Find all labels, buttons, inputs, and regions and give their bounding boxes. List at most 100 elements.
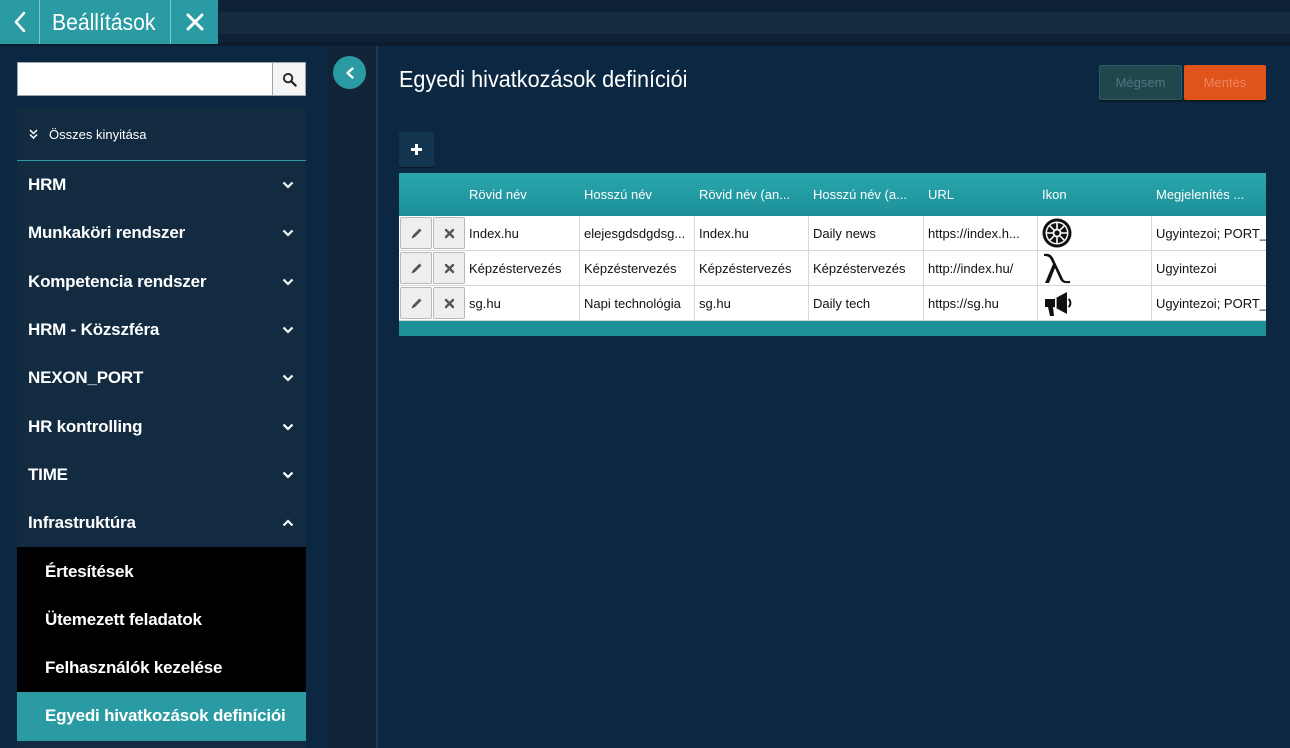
close-button[interactable] — [170, 0, 218, 44]
column-header[interactable]: URL — [924, 187, 1038, 202]
column-header[interactable]: Hosszú név — [580, 187, 695, 202]
table-row: Index.hu elejesgdsdgdsg... Index.hu Dail… — [399, 216, 1266, 251]
table-row: sg.hu Napi technológia sg.hu Daily tech … — [399, 286, 1266, 321]
sidebar-item-hr-kontrolling[interactable]: HR kontrolling — [17, 402, 306, 450]
column-header[interactable]: Rövid név (an... — [695, 187, 809, 202]
sidebar-item-label: Kompetencia rendszer — [28, 271, 207, 291]
chevron-down-icon — [282, 375, 294, 382]
sidebar-subitem-label: Egyedi hivatkozások definíciói — [45, 706, 286, 726]
search-box — [17, 62, 306, 96]
megaphone-icon — [1045, 292, 1072, 316]
grid-footer — [399, 321, 1266, 336]
panel-splitter[interactable] — [376, 46, 378, 748]
row-actions — [399, 216, 465, 250]
links-grid: Rövid név Hosszú név Rövid név (an... Ho… — [399, 173, 1266, 336]
search-input[interactable] — [18, 63, 272, 95]
cancel-button[interactable]: Mégsem — [1099, 65, 1182, 100]
chevron-down-icon — [282, 471, 294, 479]
sidebar-item-label: HRM — [28, 175, 67, 195]
search-button[interactable] — [272, 63, 305, 95]
close-icon — [444, 228, 454, 238]
sidebar-subitem-label: Felhasználók kezelése — [45, 658, 223, 678]
cell-display: Ugyintezoi; PORT_ — [1156, 225, 1266, 241]
sidebar-item-infrastruktura[interactable]: Infrastruktúra — [17, 499, 306, 547]
chevron-left-icon — [14, 11, 25, 33]
column-header[interactable]: Hosszú név (a... — [809, 187, 924, 202]
table-row: Képzéstervezés Képzéstervezés Képzésterv… — [399, 251, 1266, 286]
edit-button[interactable] — [400, 217, 432, 249]
sidebar-item-nexon-port[interactable]: NEXON_PORT — [17, 354, 306, 402]
expand-all-button[interactable]: Összes kinyitása — [17, 108, 306, 161]
plus-icon — [411, 144, 422, 155]
search-icon — [282, 72, 297, 87]
sidebar-subitem-utemezett-feladatok[interactable]: Ütemezett feladatok — [17, 596, 306, 644]
close-icon — [186, 13, 203, 31]
sidebar-item-hrm-kozszfera[interactable]: HRM - Közszféra — [17, 306, 306, 354]
sidebar-subitem-felhasznalok-kezelese[interactable]: Felhasználók kezelése — [17, 644, 306, 692]
sidebar-subitem-egyedi-hivatkozasok[interactable]: Egyedi hivatkozások definíciói — [17, 692, 306, 741]
sidebar-subitem-label: Ütemezett feladatok — [45, 609, 202, 629]
window-title: Beállítások — [51, 9, 156, 35]
save-button[interactable]: Mentés — [1184, 65, 1266, 100]
pencil-icon — [411, 298, 421, 308]
pencil-icon — [411, 263, 421, 273]
cell-long-name-en: Képzéstervezés — [809, 251, 924, 285]
chevron-down-icon — [282, 181, 294, 189]
pencil-icon — [411, 228, 421, 238]
grid-header: Rövid név Hosszú név Rövid név (an... Ho… — [399, 173, 1266, 216]
cell-display: Ugyintezoi; PORT_ — [1156, 295, 1266, 311]
cell-url: http://index.hu/ — [924, 251, 1038, 285]
cell-long-name: Képzéstervezés — [580, 251, 695, 285]
cell-long-name: elejesgdsdgdsg... — [580, 216, 695, 250]
close-icon — [444, 263, 454, 273]
sidebar-item-hrm[interactable]: HRM — [17, 161, 306, 209]
sidebar-subitem-ertesitesek[interactable]: Értesítések — [17, 547, 306, 595]
expand-all-label: Összes kinyitása — [49, 126, 147, 142]
cell-short-name-en: Képzéstervezés — [695, 251, 809, 285]
row-actions — [399, 286, 465, 320]
add-button[interactable] — [399, 132, 434, 167]
cell-short-name-en: sg.hu — [695, 286, 809, 320]
cell-long-name-en: Daily tech — [809, 286, 924, 320]
cell-short-name-en: Index.hu — [695, 216, 809, 250]
cell-icon — [1038, 216, 1152, 250]
sidebar-item-label: TIME — [28, 464, 68, 484]
column-header[interactable]: Rövid név — [465, 187, 580, 202]
edit-button[interactable] — [400, 252, 432, 284]
cell-url: https://sg.hu — [924, 286, 1038, 320]
sidebar-item-label: Infrastruktúra — [28, 513, 136, 533]
close-icon — [444, 298, 454, 308]
page-title: Egyedi hivatkozások definíciói — [399, 66, 688, 92]
column-header[interactable]: Ikon — [1038, 187, 1152, 202]
cell-short-name: Index.hu — [465, 216, 580, 250]
grid-body: Index.hu elejesgdsdgdsg... Index.hu Dail… — [399, 216, 1266, 321]
cell-short-name: sg.hu — [465, 286, 580, 320]
settings-nav: Összes kinyitása HRM Munkaköri rendszer … — [17, 108, 306, 748]
sidebar-item-munkakori-rendszer[interactable]: Munkaköri rendszer — [17, 209, 306, 257]
chevron-down-icon — [282, 278, 294, 286]
sidebar-collapse-strip — [328, 46, 376, 748]
cell-icon — [1038, 251, 1152, 285]
collapse-sidebar-button[interactable] — [333, 56, 366, 89]
delete-button[interactable] — [433, 252, 465, 284]
cell-long-name-en: Daily news — [809, 216, 924, 250]
chevron-up-icon — [282, 519, 294, 527]
cell-long-name: Napi technológia — [580, 286, 695, 320]
sidebar-item-label: NEXON_PORT — [28, 368, 144, 388]
cell-display: Ugyintezoi — [1156, 260, 1217, 276]
delete-button[interactable] — [433, 217, 465, 249]
double-chevron-down-icon — [29, 129, 38, 139]
lambda-icon — [1044, 253, 1070, 284]
back-button[interactable] — [0, 0, 40, 44]
sidebar: Összes kinyitása HRM Munkaköri rendszer … — [0, 46, 328, 748]
edit-button[interactable] — [400, 287, 432, 319]
sidebar-item-time[interactable]: TIME — [17, 451, 306, 499]
chevron-left-icon — [345, 66, 354, 79]
delete-button[interactable] — [433, 287, 465, 319]
sidebar-item-kompetencia-rendszer[interactable]: Kompetencia rendszer — [17, 258, 306, 306]
column-header[interactable]: Megjelenítés ... — [1152, 187, 1266, 202]
sidebar-item-label: Munkaköri rendszer — [28, 223, 186, 243]
row-actions — [399, 251, 465, 285]
cell-icon — [1038, 286, 1152, 320]
sidebar-subitem-label: Értesítések — [45, 561, 134, 581]
